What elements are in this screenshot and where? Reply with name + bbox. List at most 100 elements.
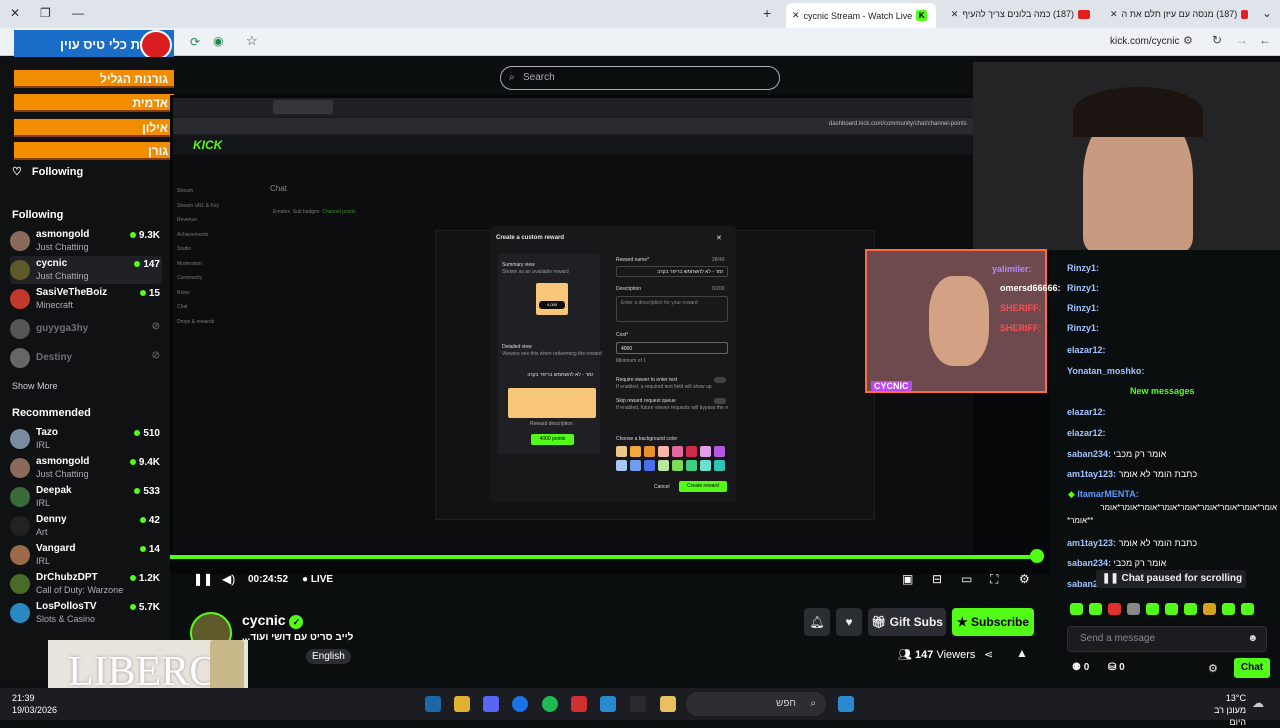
clip-icon[interactable]: ⊟ [932, 572, 942, 586]
color-swatch[interactable] [672, 460, 683, 471]
tab-youtube-2[interactable]: (187) מנסה עם עיזן תלם את ה ✕ [1104, 4, 1254, 24]
color-swatch[interactable] [658, 446, 669, 457]
restore-window-icon[interactable]: ❐ [40, 6, 51, 20]
emote-icon[interactable] [1089, 603, 1102, 615]
send-chat-button[interactable]: Chat [1234, 658, 1270, 678]
color-swatch[interactable] [700, 460, 711, 471]
sidebar-channel-sasivetheboiz[interactable]: SasiVeTheBoiz Minecraft 15 [10, 285, 162, 313]
color-swatch[interactable] [616, 446, 627, 457]
close-tab-icon[interactable]: ✕ [792, 10, 800, 21]
cancel-button[interactable]: Cancel [654, 484, 670, 490]
chat-username[interactable]: elazar12: [1067, 428, 1106, 438]
url-field[interactable]: kick.com/cycnic [1110, 36, 1179, 47]
spotify-icon[interactable] [542, 696, 558, 712]
close-tab-icon[interactable]: ✕ [951, 9, 959, 20]
color-swatch[interactable] [644, 460, 655, 471]
sidebar-channel-drchubzdpt[interactable]: DrChubzDPT Call of Duty: Warzone 1.2K [10, 570, 162, 598]
discord-icon[interactable] [483, 696, 499, 712]
pip-icon[interactable]: ▣ [902, 572, 913, 586]
follow-heart-icon[interactable]: ♥ [836, 608, 862, 636]
chat-username[interactable]: SHERIFF: [1000, 323, 1042, 333]
chat-settings-icon[interactable]: ⚙ [1208, 662, 1218, 675]
chat-username[interactable]: saban2 [1067, 579, 1098, 589]
color-swatch[interactable] [714, 460, 725, 471]
cost-input[interactable]: 4000 [616, 342, 728, 354]
color-swatch[interactable] [630, 460, 641, 471]
sidebar-channel-tazo[interactable]: Tazo IRL 510 [10, 425, 162, 453]
tab-cycnic[interactable]: ✕ cycnic Stream - Watch Live K [786, 3, 936, 28]
color-swatch[interactable] [658, 460, 669, 471]
volume-icon[interactable]: ◀) [222, 572, 235, 586]
color-swatch[interactable] [644, 446, 655, 457]
share-icon[interactable]: ⋖ [984, 648, 993, 661]
chat-username[interactable]: yalimiler: [992, 264, 1032, 274]
settings-icon[interactable]: ⚙ [1019, 572, 1030, 586]
sidebar-channel-asmongold-rec[interactable]: asmongold Just Chatting 9.4K [10, 454, 162, 482]
reload-icon[interactable]: ↻ [1212, 33, 1222, 47]
weather[interactable]: 13°C מעונן רב היום [1196, 692, 1246, 728]
reward-name-input[interactable]: זמר - לא להשתמש בריפר בקרב [616, 266, 728, 277]
minimize-window-icon[interactable]: — [72, 6, 84, 20]
require-text-toggle[interactable] [714, 377, 726, 383]
search-input[interactable]: ⌕ Search [500, 66, 780, 90]
chat-username[interactable]: Rinzy1: [1067, 323, 1099, 333]
new-tab-icon[interactable]: + [763, 5, 771, 21]
sidebar-channel-asmongold[interactable]: asmongold Just Chatting 9.3K [10, 227, 162, 255]
color-swatch[interactable] [616, 460, 627, 471]
color-swatch[interactable] [672, 446, 683, 457]
emote-icon[interactable] [1222, 603, 1235, 615]
emote-icon[interactable] [1108, 603, 1121, 615]
grammarly-icon[interactable]: ◉ [213, 34, 223, 48]
report-icon[interactable]: ▲ [1016, 646, 1028, 660]
chat-paused-banner[interactable]: ❚❚ Chat paused for scrolling [1096, 570, 1246, 588]
close-tab-icon[interactable]: ✕ [1110, 9, 1118, 20]
sidebar-channel-denny[interactable]: Denny Art 42 [10, 512, 162, 540]
chrome-icon[interactable] [512, 696, 528, 712]
chat-username[interactable]: Rinzy1: [1067, 303, 1099, 313]
channel-name-row[interactable]: cycnic ✓ [242, 612, 304, 629]
color-swatch[interactable] [630, 446, 641, 457]
emote-icon[interactable] [1184, 603, 1197, 615]
sidebar-channel-guyyga3hy[interactable]: guyyga3hy ⊘ [10, 315, 162, 343]
chat-username[interactable]: elazar12: [1067, 407, 1106, 417]
steam-icon[interactable] [425, 696, 441, 712]
back-icon[interactable]: ← [1259, 33, 1271, 47]
chat-username[interactable]: omersd66666: [1000, 283, 1061, 293]
bookmark-star-icon[interactable]: ☆ [246, 33, 258, 49]
sidebar-channel-destiny[interactable]: Destiny ⊘ [10, 344, 162, 372]
forward-icon[interactable]: → [1236, 33, 1248, 47]
chat-username[interactable]: SHERIFF: [1000, 303, 1042, 313]
taskbar-search[interactable]: חפש ⌕ [686, 692, 826, 716]
points-counter[interactable]: ⚉ 0 [1072, 662, 1089, 673]
chat-username[interactable]: Yonatan_moshko: [1067, 366, 1144, 376]
emote-icon[interactable] [1070, 603, 1083, 615]
notification-bell-icon[interactable]: 🔔︎ [804, 608, 830, 636]
skip-queue-toggle[interactable] [714, 398, 726, 404]
chat-username[interactable]: Rinzy1: [1067, 283, 1099, 293]
tab-search-icon[interactable]: ⌄ [1262, 6, 1272, 20]
terminal-icon[interactable] [630, 696, 646, 712]
color-swatch[interactable] [700, 446, 711, 457]
close-window-icon[interactable]: ✕ [10, 6, 20, 20]
chat-username[interactable]: elazar12: [1067, 345, 1106, 355]
progress-handle[interactable] [1030, 549, 1044, 563]
sidebar-channel-lospollostv[interactable]: LosPollosTV Slots & Casino 5.7K [10, 599, 162, 627]
pause-icon[interactable]: ❚❚ [193, 572, 213, 586]
show-more-link[interactable]: Show More [12, 381, 58, 391]
color-swatch[interactable] [686, 446, 697, 457]
fullscreen-icon[interactable]: ⛶ [990, 572, 998, 587]
send-message-input[interactable]: Send a message ☻ [1067, 626, 1267, 652]
emote-icon[interactable] [1165, 603, 1178, 615]
emote-icon[interactable] [1241, 603, 1254, 615]
clock[interactable]: 21:39 19/03/2026 [12, 692, 57, 716]
color-swatch[interactable] [686, 460, 697, 471]
create-reward-button[interactable]: Create reward [679, 481, 727, 492]
file-explorer-icon[interactable] [660, 696, 676, 712]
chat-username[interactable]: Rinzy1: [1067, 263, 1099, 273]
redeem-points-button[interactable]: 4000 points [531, 434, 574, 445]
emote-icon[interactable] [1127, 603, 1140, 615]
store-icon[interactable] [454, 696, 470, 712]
stream-progress-bar[interactable] [170, 555, 1040, 559]
sidebar-following-link[interactable]: ♡ Following [12, 165, 83, 178]
emote-icon[interactable] [1203, 603, 1216, 615]
